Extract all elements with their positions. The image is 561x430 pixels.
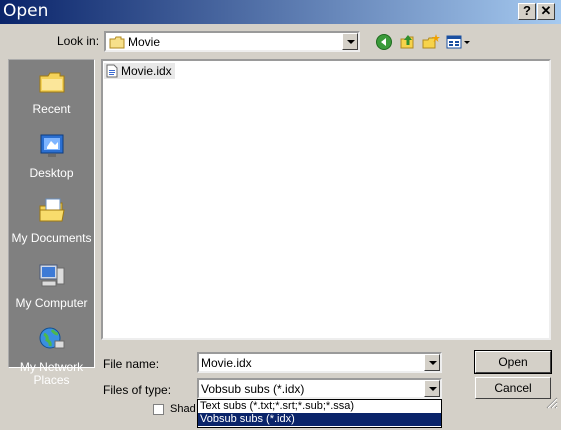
cancel-button[interactable]: Cancel [475, 377, 551, 399]
look-in-label: Look in: [57, 34, 100, 48]
close-button[interactable]: ✕ [537, 3, 555, 20]
file-icon [106, 64, 118, 78]
folder-icon [109, 36, 125, 49]
title-bar[interactable] [0, 0, 561, 24]
file-name-input[interactable]: Movie.idx [201, 356, 252, 370]
desktop-icon [40, 134, 63, 157]
place-network[interactable]: My Network Places [9, 326, 94, 387]
place-label: Desktop [29, 166, 74, 180]
chevron-down-icon[interactable] [424, 354, 440, 371]
chevron-down-icon[interactable] [342, 33, 358, 50]
place-label: My Network Places [19, 360, 84, 387]
place-desktop[interactable]: Desktop [9, 132, 94, 180]
file-list[interactable]: Movie.idx [101, 59, 551, 340]
place-label: My Computer [15, 296, 88, 310]
dropdown-option[interactable]: Text subs (*.txt;*.srt;*.sub;*.ssa) [198, 400, 441, 413]
place-label: Recent [32, 102, 71, 116]
window-title: Open [3, 1, 49, 21]
file-type-combo[interactable]: Vobsub subs (*.idx) [197, 378, 442, 399]
my-documents-icon [39, 198, 65, 222]
checkbox-label: Shad [170, 403, 196, 415]
place-my-computer[interactable]: My Computer [9, 262, 94, 310]
file-type-label: Files of type: [103, 383, 172, 397]
file-item[interactable]: Movie.idx [104, 63, 175, 79]
file-type-value: Vobsub subs (*.idx) [201, 382, 305, 396]
place-my-documents[interactable]: My Documents [9, 197, 94, 245]
look-in-value: Movie [128, 35, 161, 49]
open-button[interactable]: Open [474, 350, 552, 374]
file-name-combo[interactable]: Movie.idx [197, 352, 442, 373]
resize-grip-icon[interactable] [545, 396, 558, 409]
recent-icon [39, 72, 64, 93]
look-in-combo[interactable]: Movie [104, 31, 360, 52]
back-icon[interactable] [375, 33, 393, 51]
new-folder-icon[interactable] [422, 33, 440, 51]
up-folder-icon[interactable] [399, 33, 417, 51]
help-button[interactable]: ? [518, 3, 536, 20]
file-name: Movie.idx [121, 64, 172, 78]
chevron-down-icon[interactable] [424, 380, 440, 397]
place-label: My Documents [11, 231, 92, 245]
read-only-checkbox[interactable] [153, 404, 164, 415]
places-bar: Recent Desktop My Documents My Computer [8, 59, 95, 387]
dropdown-option-selected[interactable]: Vobsub subs (*.idx) [198, 413, 441, 426]
my-computer-icon [39, 264, 64, 287]
place-recent[interactable]: Recent [9, 68, 94, 116]
view-menu-icon[interactable] [446, 33, 472, 51]
network-places-icon [39, 327, 64, 349]
file-type-dropdown[interactable]: Text subs (*.txt;*.srt;*.sub;*.ssa) Vobs… [197, 399, 442, 428]
file-name-label: File name: [103, 357, 160, 371]
